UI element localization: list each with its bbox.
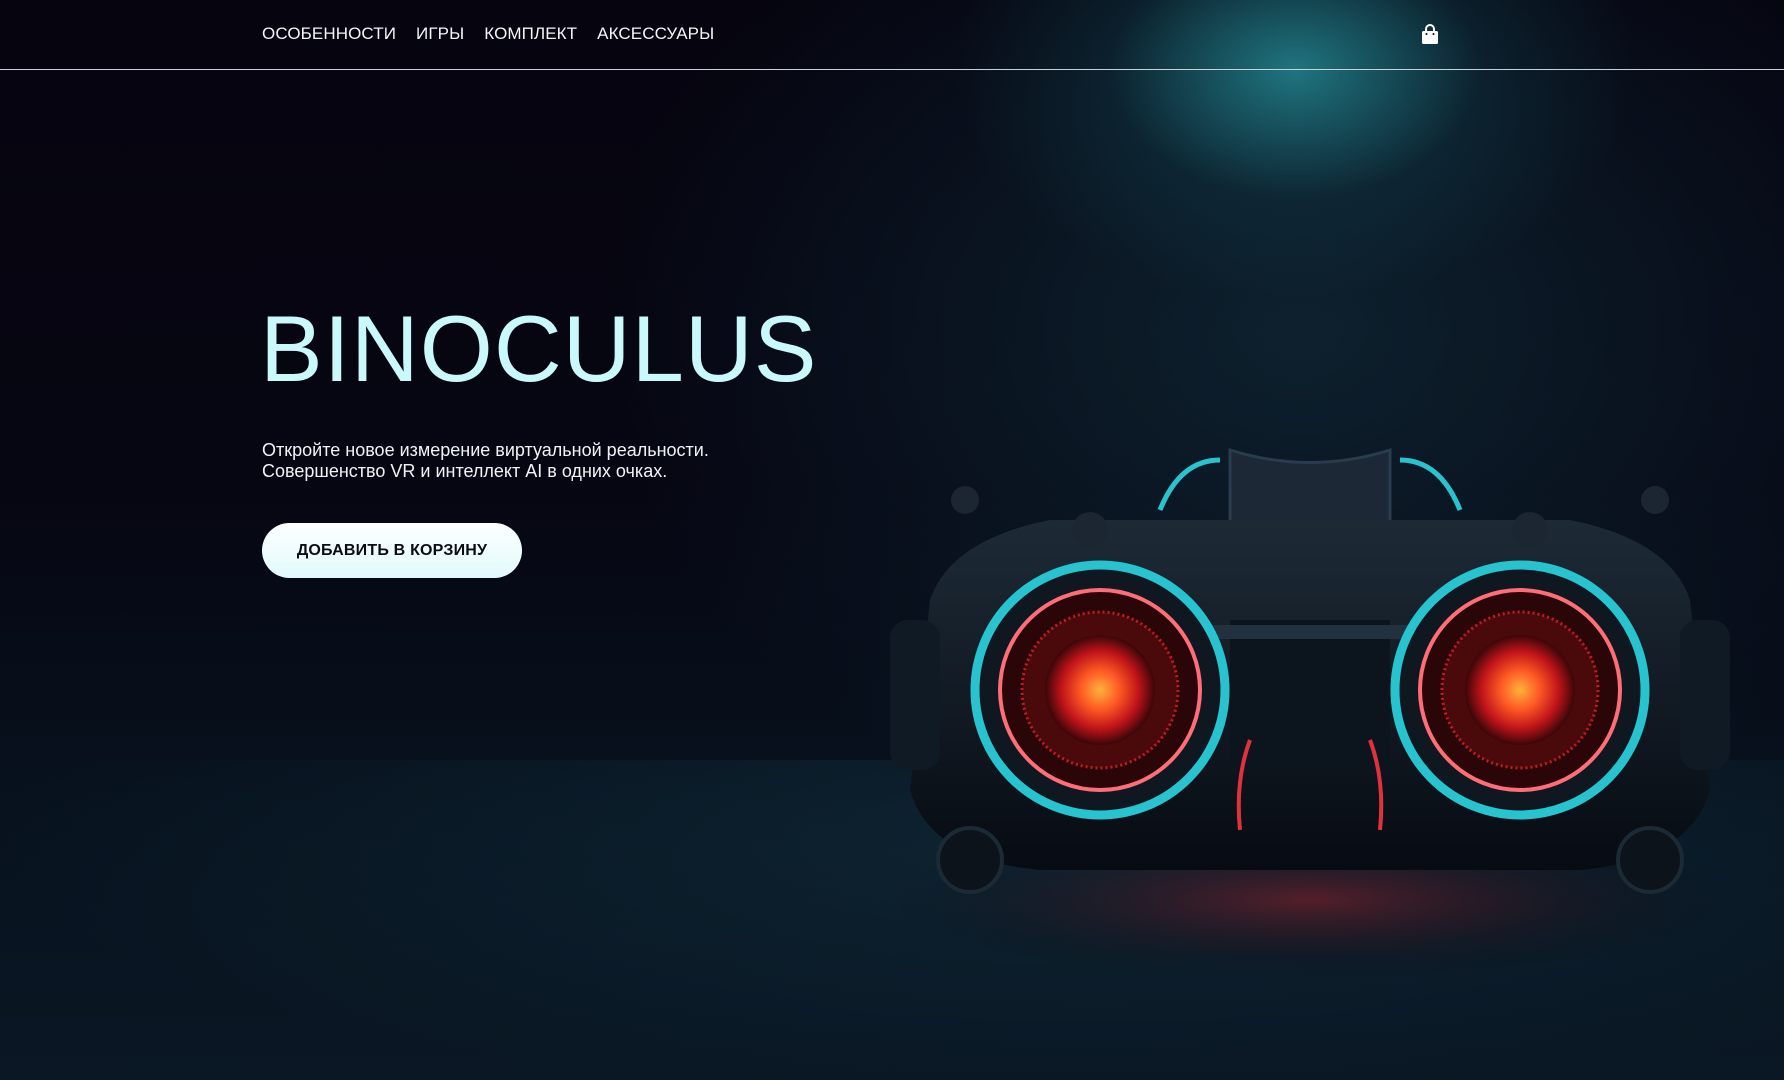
- nav-link-kit[interactable]: КОМПЛЕКТ: [484, 24, 577, 44]
- nav-link-features[interactable]: ОСОБЕННОСТИ: [262, 24, 396, 44]
- add-to-cart-button[interactable]: ДОБАВИТЬ В КОРЗИНУ: [262, 523, 522, 578]
- landing-page: ОСОБЕННОСТИ ИГРЫ КОМПЛЕКТ АКСЕССУАРЫ BIN…: [0, 0, 1784, 1080]
- vr-binocular-headset-image: [880, 447, 1740, 980]
- main-nav: ОСОБЕННОСТИ ИГРЫ КОМПЛЕКТ АКСЕССУАРЫ: [262, 24, 714, 44]
- nav-link-accessories[interactable]: АКСЕССУАРЫ: [597, 24, 714, 44]
- top-nav-bar: ОСОБЕННОСТИ ИГРЫ КОМПЛЕКТ АКСЕССУАРЫ: [0, 0, 1784, 70]
- hero-title: BINOCULUS: [260, 296, 818, 401]
- shopping-bag-icon[interactable]: [1420, 24, 1440, 46]
- hero-subtitle-line-1: Откройте новое измерение виртуальной реа…: [262, 440, 709, 460]
- hero-subtitle: Откройте новое измерение виртуальной реа…: [262, 440, 709, 482]
- nav-link-games[interactable]: ИГРЫ: [416, 24, 464, 44]
- hero-subtitle-line-2: Совершенство VR и интеллект AI в одних о…: [262, 461, 668, 481]
